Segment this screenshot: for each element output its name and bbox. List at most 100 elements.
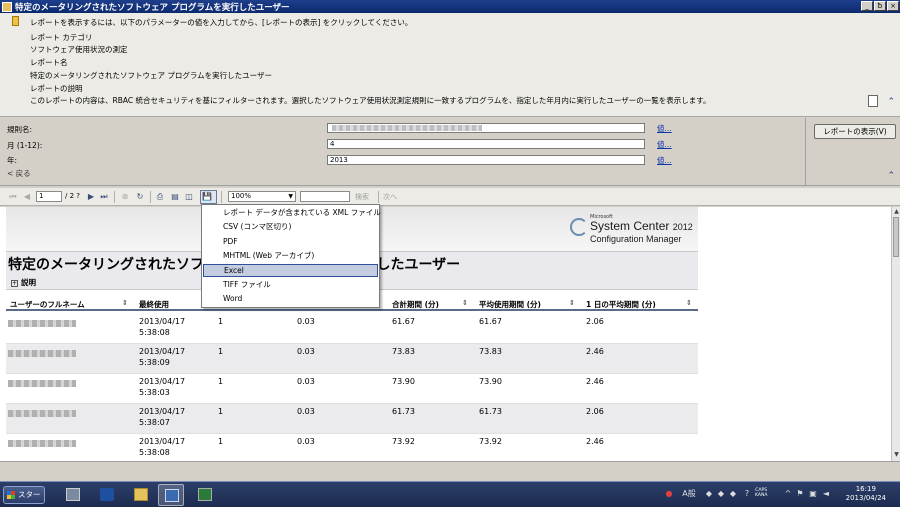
tray-clock[interactable]: 16:19 2013/04/24 — [846, 485, 886, 503]
cell-count: 1 — [218, 347, 224, 356]
zoom-select[interactable]: 100% ▼ — [228, 191, 296, 202]
menu-item-xml[interactable]: レポート データが含まれている XML ファイル — [203, 207, 381, 220]
menu-item-csv[interactable]: CSV (コンマ区切り) — [203, 221, 378, 234]
ime-dictionary-icon[interactable]: ◆ — [728, 489, 738, 499]
find-button[interactable]: 検索 — [355, 192, 369, 202]
minimize-button[interactable]: _ — [861, 1, 873, 11]
explain-toggle[interactable]: + 説明 — [11, 277, 36, 288]
last-page-icon[interactable]: ⏭ — [99, 192, 109, 202]
year-input[interactable]: 2013 — [327, 155, 645, 165]
cell-date: 2013/04/17 — [139, 407, 186, 416]
clock-date: 2013/04/24 — [845, 494, 886, 502]
cell-daily-average: 2.46 — [586, 377, 604, 386]
taskbar-app[interactable] — [192, 484, 218, 506]
close-button[interactable]: × — [887, 1, 899, 11]
next-page-icon[interactable]: ▶ — [86, 192, 96, 202]
pane-layout-icon[interactable] — [868, 95, 878, 107]
sort-icon[interactable]: ⇕ — [686, 299, 692, 307]
folder-icon — [134, 488, 148, 501]
cell-total: 73.92 — [392, 437, 415, 446]
volume-icon[interactable]: ◄ — [821, 489, 831, 499]
column-header-last-used[interactable]: 最終使用 — [139, 299, 169, 310]
cell-date: 2013/04/17 — [139, 377, 186, 386]
rule-value-link[interactable]: 値... — [657, 123, 672, 134]
rule-name-input[interactable] — [327, 123, 645, 133]
cell-value: 0.03 — [297, 377, 315, 386]
column-header-total[interactable]: 合計期間 (分) — [392, 299, 439, 310]
page-setup-icon[interactable]: ◫ — [184, 192, 194, 202]
taskbar-explorer[interactable] — [128, 484, 154, 506]
menu-item-word[interactable]: Word — [203, 293, 378, 306]
toolbar-separator — [114, 191, 115, 203]
sort-icon[interactable]: ⇕ — [462, 299, 468, 307]
menu-item-pdf[interactable]: PDF — [203, 236, 378, 249]
stop-icon[interactable]: ⊗ — [120, 192, 130, 202]
first-page-icon[interactable]: ⏮ — [8, 192, 18, 202]
month-value-link[interactable]: 値... — [657, 139, 672, 150]
view-report-button[interactable]: レポートの表示(V) — [814, 124, 896, 139]
status-strip — [0, 461, 900, 481]
menu-item-mhtml[interactable]: MHTML (Web アーカイブ) — [203, 250, 378, 263]
collapse-parameters-icon[interactable]: ⌃ — [887, 171, 895, 181]
cell-average: 61.73 — [479, 407, 502, 416]
cell-average: 73.92 — [479, 437, 502, 446]
refresh-icon[interactable]: ↻ — [135, 192, 145, 202]
cell-average: 73.90 — [479, 377, 502, 386]
cell-value: 0.03 — [297, 347, 315, 356]
cell-total: 73.83 — [392, 347, 415, 356]
find-next-button[interactable]: 次へ — [383, 192, 397, 202]
find-input[interactable] — [300, 191, 350, 202]
taskbar-server-manager[interactable] — [60, 484, 86, 506]
ime-pad-icon[interactable]: ◆ — [716, 489, 726, 499]
window-titlebar: 特定のメータリングされたソフトウェア プログラムを実行したユーザー _ ƀ × — [0, 0, 900, 13]
cell-average: 73.83 — [479, 347, 502, 356]
help-icon[interactable]: ? — [742, 489, 752, 499]
start-button[interactable]: スタート — [3, 486, 45, 507]
page-number-input[interactable]: 1 — [36, 191, 62, 202]
scroll-down-icon[interactable]: ▼ — [893, 451, 900, 459]
column-header-average[interactable]: 平均使用期間 (分) — [479, 299, 541, 310]
save-icon: 💾 — [202, 192, 212, 201]
column-header-daily-average[interactable]: 1 日の平均期間 (分) — [586, 299, 656, 310]
ime-mode-indicator[interactable]: A般 — [677, 489, 701, 499]
action-center-icon[interactable]: ⚑ — [795, 489, 805, 499]
taskbar-config-manager[interactable] — [158, 484, 184, 506]
print-icon[interactable]: ⎙ — [155, 192, 165, 202]
toolbar-separator — [221, 191, 222, 203]
chevron-down-icon: ▼ — [288, 193, 293, 200]
zoom-value: 100% — [231, 192, 252, 200]
year-value-link[interactable]: 値... — [657, 155, 672, 166]
collapse-description-icon[interactable]: ⌃ — [887, 97, 895, 107]
tray-expand-icon[interactable]: ^ — [783, 489, 793, 499]
cell-time: 5:38:07 — [139, 418, 170, 427]
vertical-scrollbar[interactable]: ▲ ▼ — [891, 207, 900, 461]
info-icon — [12, 16, 19, 26]
month-input[interactable]: 4 — [327, 139, 645, 149]
explain-label: 説明 — [21, 278, 36, 287]
cell-total: 61.67 — [392, 317, 415, 326]
scrollbar-thumb[interactable] — [893, 217, 899, 257]
cell-count: 1 — [218, 377, 224, 386]
caps-kana-indicator: CAPS KANA — [755, 488, 768, 498]
export-menu: レポート データが含まれている XML ファイル CSV (コンマ区切り) PD… — [201, 204, 381, 308]
print-layout-icon[interactable]: ▤ — [170, 192, 180, 202]
previous-page-icon[interactable]: ◀ — [22, 192, 32, 202]
menu-item-tiff[interactable]: TIFF ファイル — [203, 279, 378, 292]
sort-icon[interactable]: ⇕ — [122, 299, 128, 307]
ime-tool-icon[interactable]: ◆ — [704, 489, 714, 499]
column-header-user[interactable]: ユーザーのフルネーム — [10, 299, 85, 310]
year-label: 年: — [7, 156, 18, 165]
back-link[interactable]: < 戻る — [7, 168, 31, 179]
cell-average: 61.67 — [479, 317, 502, 326]
taskbar-powershell[interactable] — [94, 484, 120, 506]
app-icon — [198, 488, 212, 501]
sort-icon[interactable]: ⇕ — [569, 299, 575, 307]
month-label: 月 (1-12): — [7, 141, 43, 150]
ime-language-icon[interactable]: ● — [664, 489, 674, 499]
restore-button[interactable]: ƀ — [874, 1, 886, 11]
report-desc-label: レポートの説明 — [30, 84, 83, 93]
scroll-up-icon[interactable]: ▲ — [893, 208, 900, 216]
menu-item-excel[interactable]: Excel — [203, 264, 378, 277]
network-icon[interactable]: ▣ — [808, 489, 818, 499]
export-button[interactable]: 💾 — [200, 190, 217, 204]
